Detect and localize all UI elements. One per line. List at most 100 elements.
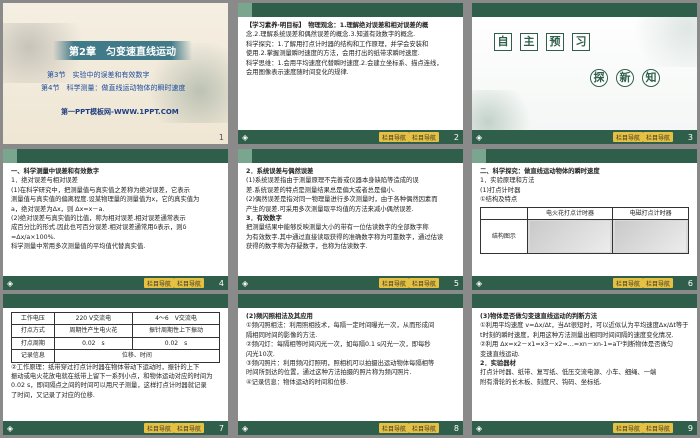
prev-nav-button[interactable]: 栏目导航 [612,423,643,433]
next-nav-button[interactable]: 栏目导航 [408,278,439,288]
text-line: 成百分比的形式.因此也可百分误差.相对误差通常用δ表示，则δ [11,224,187,232]
slide-4-thumbnail[interactable]: 一、科学测量中误差和有效数字 1．绝对误差与相对误差 (1)在科学研究中，把测量… [3,149,228,290]
text-line: t时刻的瞬时速度，利用这种方法测量出相同时间间隔的速度变化情况. [480,331,674,339]
home-icon[interactable]: ◈ [7,424,17,434]
text-line: 变速直线运动. [480,350,520,358]
text-line: a，绝对误差为Δx，则 Δx=x－a. [11,205,105,213]
text-line: (1)打点计时器 [480,186,521,194]
text-line: 产生的误差.可采用多次测量取平均值的方法来减小偶然误差. [246,205,414,213]
slide-1-thumbnail[interactable]: 第2章 匀变速直线运动 第3节 实验中的误差和有效数字 第4节 科学测量：做直线… [3,3,228,144]
leaf-decoration [607,17,697,67]
next-nav-button[interactable]: 栏目导航 [642,278,673,288]
text-line: 科学探究：1.了解用打点计时器的结构和工作原理，并学会安装和 [246,40,429,48]
slide-number: 2 [453,133,459,142]
slide-3-thumbnail[interactable]: 自 主 预 习 探 新 知 ◈ 栏目导航 栏目导航 3 [472,3,697,144]
top-bar [472,294,697,308]
text-line: 为有效数字.其中通过直接读取获得的准确数字称为可靠数字，通过估读 [246,233,444,241]
next-nav-button[interactable]: 栏目导航 [173,278,204,288]
top-bar [3,149,228,163]
home-icon[interactable]: ◈ [242,133,252,143]
slide-8-thumbnail[interactable]: (2)频闪照相法及其应用 ①频闪照相法：利用照相技术，每隔一定时间曝光一次，从而… [238,294,463,435]
subtitle-char-circle: 探 [590,69,608,87]
prev-nav-button[interactable]: 栏目导航 [378,278,409,288]
next-nav-button[interactable]: 栏目导航 [642,423,673,433]
text-line: ④记录信息：物体运动的时间和位移. [246,378,349,386]
prev-nav-button[interactable]: 栏目导航 [378,132,409,142]
text-line: (2)频闪照相法及其应用 [246,313,313,320]
text-line: 隔相同时间的影像的方法. [246,331,318,339]
chapter-title: 第2章 匀变速直线运动 [53,41,192,60]
slide-7-thumbnail[interactable]: 工作电压 220 V交流电 4～6 V交流电 打点方式 周期性产生电火花 振针周… [3,294,228,435]
text-line: 3．有效数字 [246,215,282,223]
text-line: ①结构及特点 [480,196,518,204]
home-icon[interactable]: ◈ [7,279,17,289]
table-cell: 220 V交流电 [53,311,133,326]
text-line: 闪光10次. [246,350,275,358]
table-cell: 4～6 V交流电 [131,311,221,326]
text-line: ②利用 Δx=x2－x1=x3－x2=…=xn－xn-1=aT²判断物体是否做匀 [480,341,674,349]
title-char-box: 主 [520,33,538,51]
template-footer: 第一PPT模板网-WWW.1PPT.COM [61,108,179,116]
slide-content: 2．系统误差与偶然误差 (1)系统误差指由于测量原理不完善或仪器本身缺陷等造成的… [246,167,455,274]
text-line: ①频闪照相法：利用照相技术，每隔一定时间曝光一次，从而形成间 [246,322,435,330]
corner-decoration [238,149,252,163]
table-row-label: 结构图示 [480,219,528,255]
prev-nav-button[interactable]: 栏目导航 [143,423,174,433]
text-line: ②工作原理：纸带穿过打点计时器在物体带动下运动时，振针的上下 [11,363,200,371]
prev-nav-button[interactable]: 栏目导航 [143,278,174,288]
text-line: 一、科学测量中误差和有效数字 [11,168,100,175]
text-line: (1)在科学研究中，把测量值与真实值之差称为绝对误差，它表示 [11,186,190,194]
home-icon[interactable]: ◈ [242,279,252,289]
title-char-box: 预 [546,33,564,51]
spark-timer-image [526,219,614,255]
slide-2-thumbnail[interactable]: 【学习素养·明目标】 物理观念：1.理解绝对误差和相对误差的概 念.2.理解系统… [238,3,463,144]
home-icon[interactable]: ◈ [476,424,486,434]
section-title: 第3节 实验中的误差和有效数字 [47,71,150,79]
text-line: 附有滑轮的长木板、刻度尺、钩码、坐标纸. [480,378,602,386]
next-nav-button[interactable]: 栏目导航 [642,132,673,142]
slide-number: 6 [687,279,693,288]
slide-content: 一、科学测量中误差和有效数字 1．绝对误差与相对误差 (1)在科学研究中，把测量… [11,167,220,274]
home-icon[interactable]: ◈ [476,279,486,289]
text-line: 2．实验器材 [480,360,516,368]
top-bar [238,294,463,308]
table-cell: 工作电压 [11,311,55,326]
slide-9-thumbnail[interactable]: (3)物体是否做匀变速直线运动的判断方法 ①利用平均速度 v=Δx/Δt，当Δt… [472,294,697,435]
slide-content: (3)物体是否做匀变速直线运动的判断方法 ①利用平均速度 v=Δx/Δt，当Δt… [480,312,689,419]
text-line: 会用图像表示速度随时间变化的规律. [246,69,349,77]
subtitle-char-circle: 知 [642,69,660,87]
home-icon[interactable]: ◈ [476,133,486,143]
table-header: 电磁打点计时器 [612,206,689,221]
title-char-box: 自 [494,33,512,51]
text-line: ①利用平均速度 v=Δx/Δt，当Δt很短时，可以近似认为平均速度Δx/Δt等于 [480,322,689,330]
prev-nav-button[interactable]: 栏目导航 [378,423,409,433]
slide-number: 8 [453,424,459,433]
text-line: 二、科学探究：做直线运动物体的瞬时速度 [480,168,600,175]
text-line: 使用.2.掌握测量瞬时速度的方法，会用打出的纸带求瞬时速度. [246,50,420,58]
home-icon[interactable]: ◈ [242,424,252,434]
slide-5-thumbnail[interactable]: 2．系统误差与偶然误差 (1)系统误差指由于测量原理不完善或仪器本身缺陷等造成的… [238,149,463,290]
top-bar [238,149,463,163]
slide-number: 3 [687,133,693,142]
table-header [480,206,528,221]
next-nav-button[interactable]: 栏目导航 [408,423,439,433]
corner-decoration [472,149,486,163]
table-cell: 打点方式 [11,324,55,338]
top-bar [238,3,463,17]
top-bar [472,3,697,17]
next-nav-button[interactable]: 栏目导航 [173,423,204,433]
prev-nav-button[interactable]: 栏目导航 [612,132,643,142]
text-line: 获得的数字称为存疑数字，也称为估读数字. [246,243,368,251]
text-line: 1．实验原理和方法 [480,177,535,185]
next-nav-button[interactable]: 栏目导航 [408,132,439,142]
prev-nav-button[interactable]: 栏目导航 [612,278,643,288]
text-line: 振动或电火花放电就在纸带上留下一系列小点，和物体运动对应的时间为 [11,373,213,381]
corner-decoration [238,3,252,17]
slide-6-thumbnail[interactable]: 二、科学探究：做直线运动物体的瞬时速度 1．实验原理和方法 (1)打点计时器 ①… [472,149,697,290]
text-line: 把测量结果中能够反映测量大小的带有一位估读数字的全部数字称 [246,224,429,232]
slide-number: 4 [218,279,224,288]
slide-number: 5 [453,279,459,288]
section-title-2: 第4节 科学测量：做直线运动物体的瞬时速度 [41,84,186,92]
text-line: =Δx/a×100%. [11,233,56,241]
text-line: 时间所到达的位置，通过这种方法拍摄的照片称为频闪照片. [246,369,412,377]
